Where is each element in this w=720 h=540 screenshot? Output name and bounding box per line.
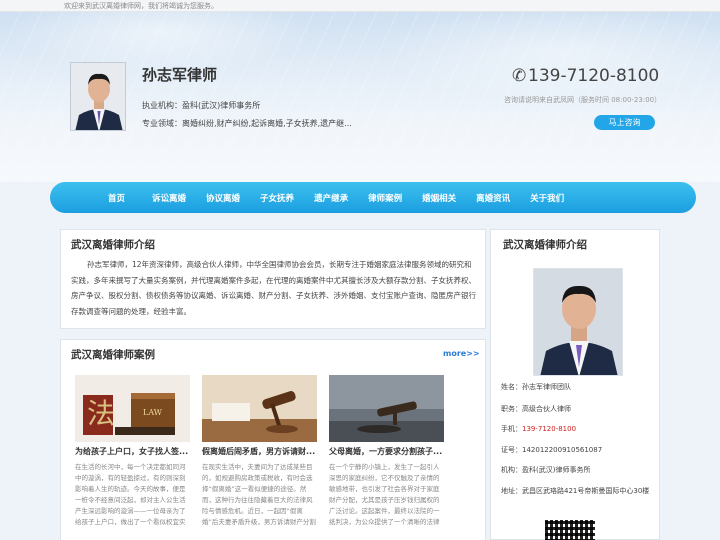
nav-item-marriage[interactable]: 婚姻相关 bbox=[422, 192, 456, 204]
phone-note: 咨询请说明来自武凤网（服务时间 08:00-23:00） bbox=[504, 96, 662, 104]
info-row-name: 姓名：孙志军律师团队 bbox=[501, 382, 571, 392]
consult-button[interactable]: 马上咨询 bbox=[594, 115, 655, 130]
law-books-icon: 法 LAW bbox=[75, 375, 190, 442]
info-value: 孙志军律师团队 bbox=[522, 383, 571, 391]
nav-item-agreement-divorce[interactable]: 协议离婚 bbox=[206, 192, 240, 204]
cases-title: 武汉离婚律师案例 bbox=[71, 349, 155, 361]
svg-text:LAW: LAW bbox=[143, 408, 163, 417]
case-image bbox=[329, 375, 444, 442]
phone-icon: ✆ bbox=[512, 66, 527, 86]
top-bar: 欢迎来到武汉离婚律师网，我们将竭诚为您服务。 bbox=[0, 0, 720, 12]
nav-item-cases[interactable]: 律师案例 bbox=[368, 192, 402, 204]
info-label: 姓名： bbox=[501, 383, 522, 391]
welcome-text: 欢迎来到武汉离婚律师网，我们将竭诚为您服务。 bbox=[64, 2, 218, 10]
intro-text: 孙志军律师，12年资深律师，高级合伙人律师，中华全国律师协会会员，长期专注于婚姻… bbox=[71, 260, 476, 316]
phone-number[interactable]: ✆ 139-7120-8100 bbox=[512, 66, 659, 86]
profile-photo bbox=[533, 268, 623, 376]
case-desc: 在一个宁静的小镇上，发生了一起引人深思的家庭纠纷，它不仅触及了亲情的敏感地带，也… bbox=[329, 463, 440, 526]
gavel-icon bbox=[202, 375, 317, 442]
gavel-stormy-sky-icon bbox=[329, 375, 444, 442]
qr-code-icon bbox=[545, 520, 595, 540]
nav-item-child-custody[interactable]: 子女抚养 bbox=[260, 192, 294, 204]
case-card[interactable]: 父母离婚，一方要求分割孩子... 在一个宁静的小镇上，发生了一起引人深思的家庭纠… bbox=[329, 375, 444, 528]
case-title: 为给孩子上户口，女子找人签... bbox=[75, 447, 189, 456]
info-value: 武昌区武珞路421号帝斯曼国际中心30楼 bbox=[522, 487, 650, 495]
nav-item-home[interactable]: 首页 bbox=[108, 192, 125, 204]
info-row-mobile: 手机：139-7120-8100 bbox=[501, 424, 576, 434]
info-label: 手机： bbox=[501, 425, 522, 433]
nav-item-litigation-divorce[interactable]: 诉讼离婚 bbox=[152, 192, 186, 204]
cases-card: 武汉离婚律师案例 more>> 法 LAW 为给孩子上户口，女子找人签... 在… bbox=[60, 339, 486, 540]
mobile-number[interactable]: 139-7120-8100 bbox=[522, 425, 576, 433]
info-label: 地址： bbox=[501, 487, 522, 495]
info-row-address: 地址：武昌区武珞路421号帝斯曼国际中心30楼 bbox=[501, 486, 649, 496]
info-value: 14201220091056108​7 bbox=[522, 446, 603, 454]
intro-card: 武汉离婚律师介绍 孙志军律师，12年资深律师，高级合伙人律师，中华全国律师协会会… bbox=[60, 229, 486, 329]
case-title: 父母离婚，一方要求分割孩子... bbox=[329, 447, 443, 456]
lawyer-portrait-icon bbox=[534, 269, 622, 375]
case-card[interactable]: 法 LAW 为给孩子上户口，女子找人签... 在生活的长河中，每一个决定都如同河… bbox=[75, 375, 190, 528]
info-row-title: 职务：高级合伙人律师 bbox=[501, 404, 571, 414]
profile-card: 武汉离婚律师介绍 姓名：孙志军律师团队 职务：高级合伙人律师 手机：139-71… bbox=[490, 229, 660, 540]
info-label: 机构： bbox=[501, 466, 522, 474]
info-label: 证号： bbox=[501, 446, 522, 454]
info-row-org: 机构：盈科(武汉)律师事务所 bbox=[501, 465, 590, 475]
case-image: 法 LAW bbox=[75, 375, 190, 442]
case-image bbox=[202, 375, 317, 442]
info-value: 盈科(武汉)律师事务所 bbox=[522, 466, 591, 474]
more-link[interactable]: more>> bbox=[443, 349, 480, 358]
case-title: 假离婚后闹矛盾，男方诉请财... bbox=[202, 447, 316, 456]
phone-text: 139-7120-8100 bbox=[528, 66, 660, 86]
nav-item-news[interactable]: 离婚资讯 bbox=[476, 192, 510, 204]
practice-fields: 专业领域：离婚纠纷,财产纠纷,起诉离婚,子女抚养,遗产继... bbox=[142, 119, 352, 128]
intro-title: 武汉离婚律师介绍 bbox=[71, 239, 155, 251]
case-desc: 在生活的长河中，每一个决定都如同河中的漩涡，有的轻盈掠过，有的则深刻影响着人生的… bbox=[75, 463, 186, 526]
case-desc: 在现实生活中，夫妻间为了达成某些目的，如规避购房政策或税收，有时会选择“假离婚”… bbox=[202, 463, 316, 526]
info-value: 高级合伙人律师 bbox=[522, 405, 571, 413]
nav-item-about[interactable]: 关于我们 bbox=[530, 192, 564, 204]
profile-title: 武汉离婚律师介绍 bbox=[503, 239, 587, 251]
lawyer-name: 孙志军律师 bbox=[142, 66, 218, 84]
info-label: 职务： bbox=[501, 405, 522, 413]
lawyer-avatar bbox=[70, 62, 126, 131]
lawyer-portrait-icon bbox=[71, 63, 125, 130]
main-nav: 首页 诉讼离婚 协议离婚 子女抚养 遗产继承 律师案例 婚姻相关 离婚资讯 关于… bbox=[50, 182, 696, 213]
svg-text:法: 法 bbox=[87, 397, 115, 430]
nav-item-inheritance[interactable]: 遗产继承 bbox=[314, 192, 348, 204]
org-line: 执业机构：盈科(武汉)律师事务所 bbox=[142, 101, 261, 110]
case-card[interactable]: 假离婚后闹矛盾，男方诉请财... 在现实生活中，夫妻间为了达成某些目的，如规避购… bbox=[202, 375, 317, 528]
info-row-license: 证号：14201220091056108​7 bbox=[501, 445, 602, 455]
